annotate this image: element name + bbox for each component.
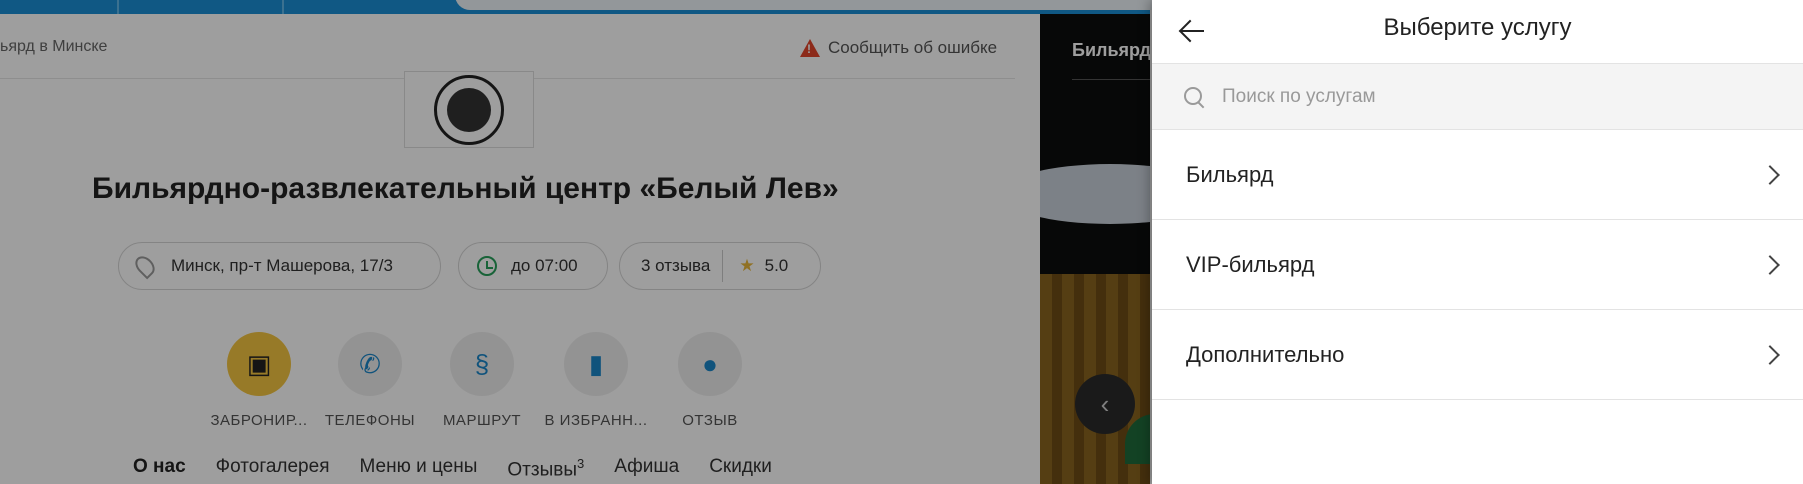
service-item-vip-billiards[interactable]: VIP-бильярд xyxy=(1152,220,1803,310)
service-search-input[interactable] xyxy=(1222,85,1722,108)
panel-header: Выберите услугу xyxy=(1152,0,1803,64)
service-item-additional[interactable]: Дополнительно xyxy=(1152,310,1803,400)
service-name: Дополнительно xyxy=(1186,341,1345,367)
search-icon xyxy=(1184,86,1204,107)
panel-title: Выберите услугу xyxy=(1383,14,1572,41)
service-select-panel: Выберите услугу Бильярд VIP-бильярд Допо… xyxy=(1152,0,1803,484)
modal-backdrop[interactable] xyxy=(0,0,1152,484)
chevron-right-icon xyxy=(1760,254,1780,275)
service-name: VIP-бильярд xyxy=(1186,251,1315,277)
service-search xyxy=(1152,64,1803,130)
chevron-right-icon xyxy=(1760,164,1780,185)
service-name: Бильярд xyxy=(1186,161,1274,187)
chevron-right-icon xyxy=(1760,344,1780,365)
service-item-billiards[interactable]: Бильярд xyxy=(1152,130,1803,220)
